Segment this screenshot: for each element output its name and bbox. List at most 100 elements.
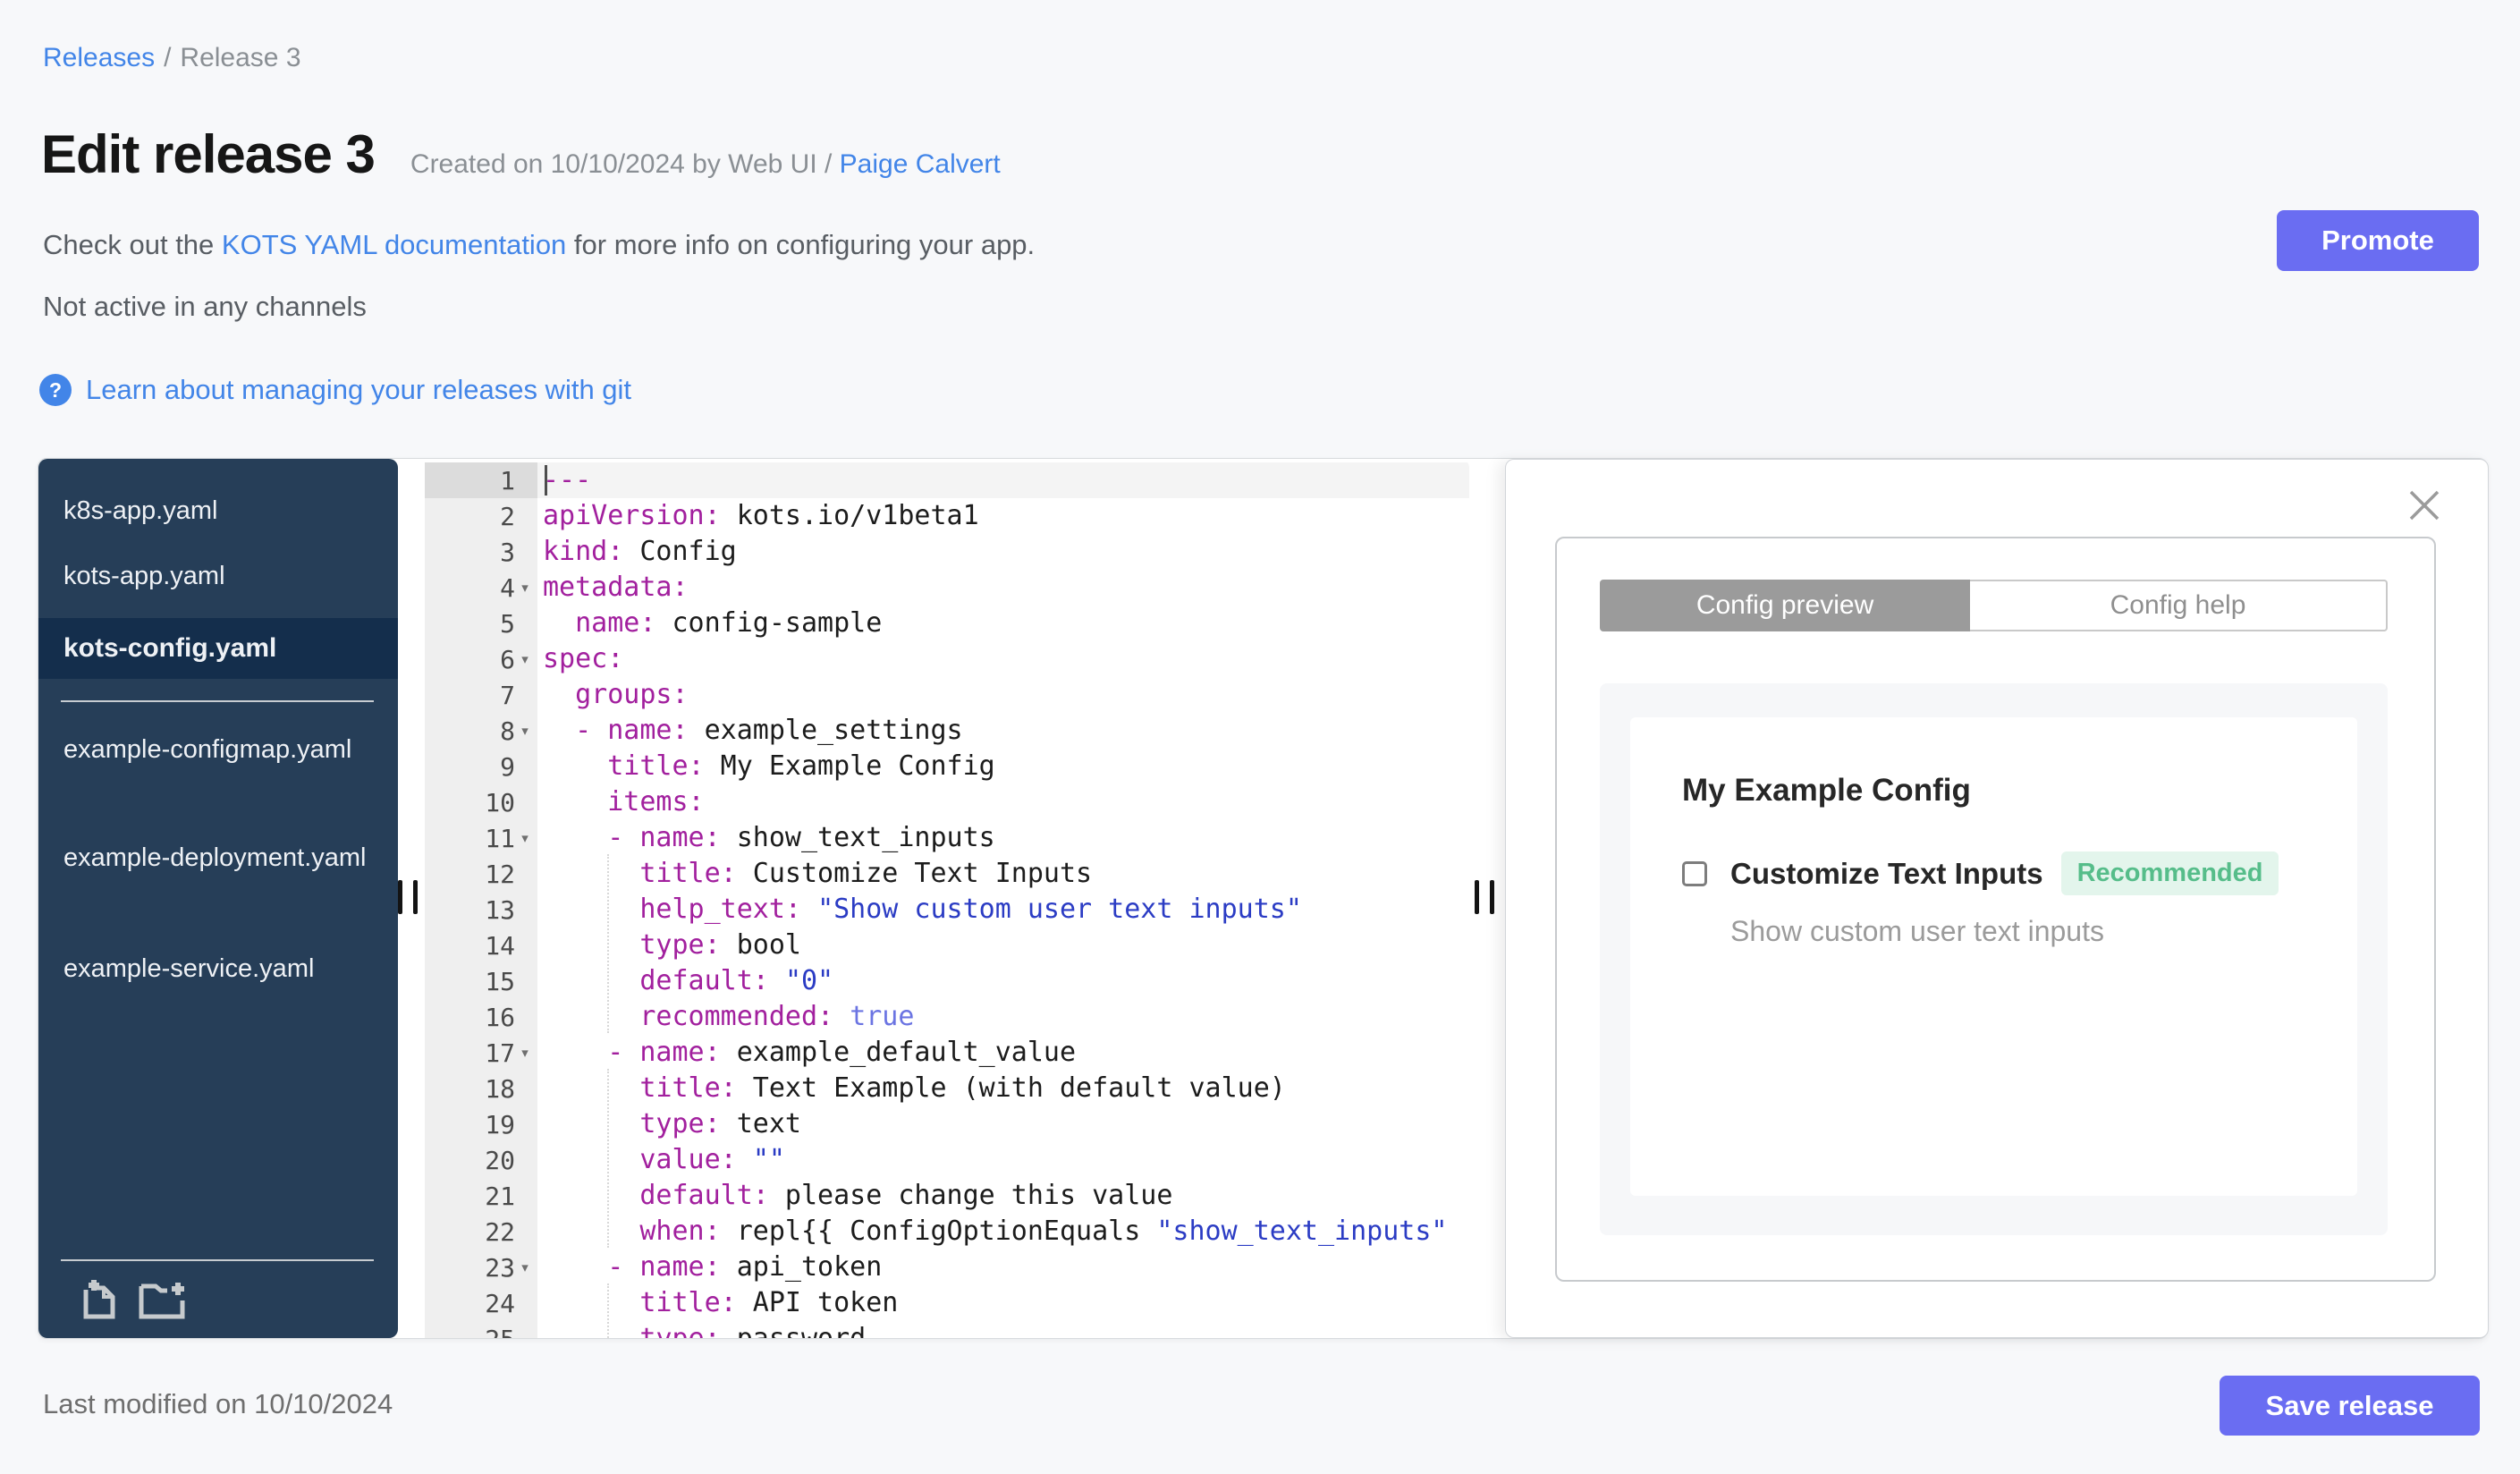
created-author-link[interactable]: Paige Calvert [840, 149, 1001, 179]
editor-line[interactable]: 11 ▾ - name: show_text_inputs [425, 820, 1469, 856]
page-title: Edit release 3 [41, 124, 376, 184]
line-number: 2 [500, 501, 515, 531]
editor-code-line[interactable]: title: API token [537, 1285, 1469, 1321]
new-folder-icon[interactable] [138, 1277, 188, 1322]
tab-config-help[interactable]: Config help [1970, 580, 2388, 631]
editor-line[interactable]: 2 apiVersion: kots.io/v1beta1 [425, 498, 1469, 534]
created-text: Created on 10/10/2024 by Web UI / [410, 149, 833, 179]
editor-line[interactable]: 19 type: text [425, 1106, 1469, 1142]
editor-code-line[interactable]: apiVersion: kots.io/v1beta1 [537, 498, 1469, 534]
breadcrumb-releases-link[interactable]: Releases [43, 43, 155, 72]
config-preview-card: Config preview Config help My Example Co… [1555, 537, 2436, 1282]
editor-line[interactable]: 13 help_text: "Show custom user text inp… [425, 892, 1469, 928]
editor-line[interactable]: 4 ▾ metadata: [425, 570, 1469, 606]
editor-line[interactable]: 24 title: API token [425, 1285, 1469, 1321]
editor-gutter-cell: 20 [425, 1142, 537, 1178]
editor-code-line[interactable]: name: config-sample [537, 606, 1469, 641]
editor-line[interactable]: 6 ▾ spec: [425, 641, 1469, 677]
editor-code-line[interactable]: spec: [537, 641, 1469, 677]
sidebar-file-kots-config[interactable]: kots-config.yaml [38, 618, 398, 679]
fold-toggle-icon[interactable]: ▾ [516, 723, 534, 739]
editor-code-line[interactable]: items: [537, 784, 1469, 820]
editor-line[interactable]: 8 ▾ - name: example_settings [425, 713, 1469, 749]
editor-code-line[interactable]: - name: show_text_inputs [537, 820, 1469, 856]
config-item-row: Customize Text Inputs Recommended [1682, 851, 2305, 895]
fold-toggle-icon[interactable]: ▾ [516, 1045, 534, 1061]
channel-status: Not active in any channels [43, 291, 367, 322]
editor-code-line[interactable]: default: "0" [537, 963, 1469, 999]
editor-line[interactable]: 25 type: password [425, 1321, 1469, 1338]
editor-panel-resize-handle[interactable] [1475, 880, 1501, 916]
sidebar-divider [61, 700, 374, 702]
editor-code-line[interactable]: title: Text Example (with default value) [537, 1071, 1469, 1106]
question-mark-icon[interactable]: ? [39, 374, 72, 406]
close-icon[interactable] [2406, 487, 2443, 524]
git-releases-link[interactable]: Learn about managing your releases with … [86, 374, 631, 406]
fold-toggle-icon[interactable]: ▾ [516, 580, 534, 596]
sidebar-file-example-configmap[interactable]: example-configmap.yaml [38, 727, 398, 817]
editor-code-line[interactable]: metadata: [537, 570, 1469, 606]
editor-code-line[interactable]: groups: [537, 677, 1469, 713]
promote-button[interactable]: Promote [2277, 210, 2479, 271]
sidebar-file-example-service[interactable]: example-service.yaml [38, 949, 398, 988]
sidebar-file-example-deployment[interactable]: example-deployment.yaml [38, 835, 398, 925]
editor-line[interactable]: 7 groups: [425, 677, 1469, 713]
editor-line[interactable]: 16 recommended: true [425, 999, 1469, 1035]
editor-gutter-cell: 15 [425, 963, 537, 999]
editor-code-line[interactable]: value: "" [537, 1142, 1469, 1178]
line-number: 24 [485, 1288, 515, 1318]
editor-gutter-cell: 11 ▾ [425, 820, 537, 856]
editor-line[interactable]: 12 title: Customize Text Inputs [425, 856, 1469, 892]
editor-line[interactable]: 23 ▾ - name: api_token [425, 1250, 1469, 1285]
editor-line[interactable]: 15 default: "0" [425, 963, 1469, 999]
editor-line[interactable]: 10 items: [425, 784, 1469, 820]
editor-line[interactable]: 17 ▾ - name: example_default_value [425, 1035, 1469, 1071]
tab-config-preview[interactable]: Config preview [1600, 580, 1971, 631]
sidebar-file-kots-app[interactable]: kots-app.yaml [38, 556, 398, 596]
save-release-button[interactable]: Save release [2220, 1376, 2480, 1436]
editor-code-line[interactable]: recommended: true [537, 999, 1469, 1035]
line-number: 19 [485, 1109, 515, 1139]
sidebar-editor-resize-handle[interactable] [398, 880, 425, 916]
editor-code-line[interactable]: type: password [537, 1321, 1469, 1338]
editor-code-line[interactable]: - name: example_settings [537, 713, 1469, 749]
sidebar-file-k8s-app[interactable]: k8s-app.yaml [38, 491, 398, 530]
editor-code-line[interactable]: - name: api_token [537, 1250, 1469, 1285]
fold-toggle-icon[interactable]: ▾ [516, 830, 534, 846]
fold-toggle-icon[interactable]: ▾ [516, 1259, 534, 1275]
editor-code-line[interactable]: --- [537, 462, 1469, 498]
editor-gutter-cell: 24 [425, 1285, 537, 1321]
line-number: 10 [485, 787, 515, 817]
editor-code-line[interactable]: when: repl{{ ConfigOptionEquals "show_te… [537, 1214, 1469, 1250]
editor-line[interactable]: 20 value: "" [425, 1142, 1469, 1178]
editor-line[interactable]: 21 default: please change this value [425, 1178, 1469, 1214]
editor-gutter-cell: 4 ▾ [425, 570, 537, 606]
yaml-editor[interactable]: 1 --- 2 apiVersion: kots.io/v1beta1 3 kind… [425, 459, 1469, 1338]
editor-code-line[interactable]: type: text [537, 1106, 1469, 1142]
editor-line[interactable]: 18 title: Text Example (with default val… [425, 1071, 1469, 1106]
editor-code-line[interactable]: kind: Config [537, 534, 1469, 570]
editor-code-line[interactable]: title: Customize Text Inputs [537, 856, 1469, 892]
editor-code-line[interactable]: help_text: "Show custom user text inputs… [537, 892, 1469, 928]
editor-line[interactable]: 22 when: repl{{ ConfigOptionEquals "show… [425, 1214, 1469, 1250]
editor-gutter-cell: 2 [425, 498, 537, 534]
new-file-icon[interactable] [77, 1277, 122, 1322]
editor-line[interactable]: 5 name: config-sample [425, 606, 1469, 641]
line-number: 4 [500, 572, 515, 603]
editor-code-line[interactable]: - name: example_default_value [537, 1035, 1469, 1071]
editor-code-line[interactable]: title: My Example Config [537, 749, 1469, 784]
editor-code-line[interactable]: default: please change this value [537, 1178, 1469, 1214]
fold-toggle-icon[interactable]: ▾ [516, 651, 534, 667]
kots-yaml-doc-link[interactable]: KOTS YAML documentation [222, 229, 566, 260]
editor-gutter-cell: 8 ▾ [425, 713, 537, 749]
config-preview-area: My Example Config Customize Text Inputs … [1600, 683, 2388, 1235]
editor-code-line[interactable]: type: bool [537, 928, 1469, 963]
editor-line[interactable]: 14 type: bool [425, 928, 1469, 963]
editor-line[interactable]: 9 title: My Example Config [425, 749, 1469, 784]
editor-line[interactable]: 1 --- [425, 462, 1469, 498]
editor-line[interactable]: 3 kind: Config [425, 534, 1469, 570]
customize-text-inputs-checkbox[interactable] [1682, 860, 1707, 886]
